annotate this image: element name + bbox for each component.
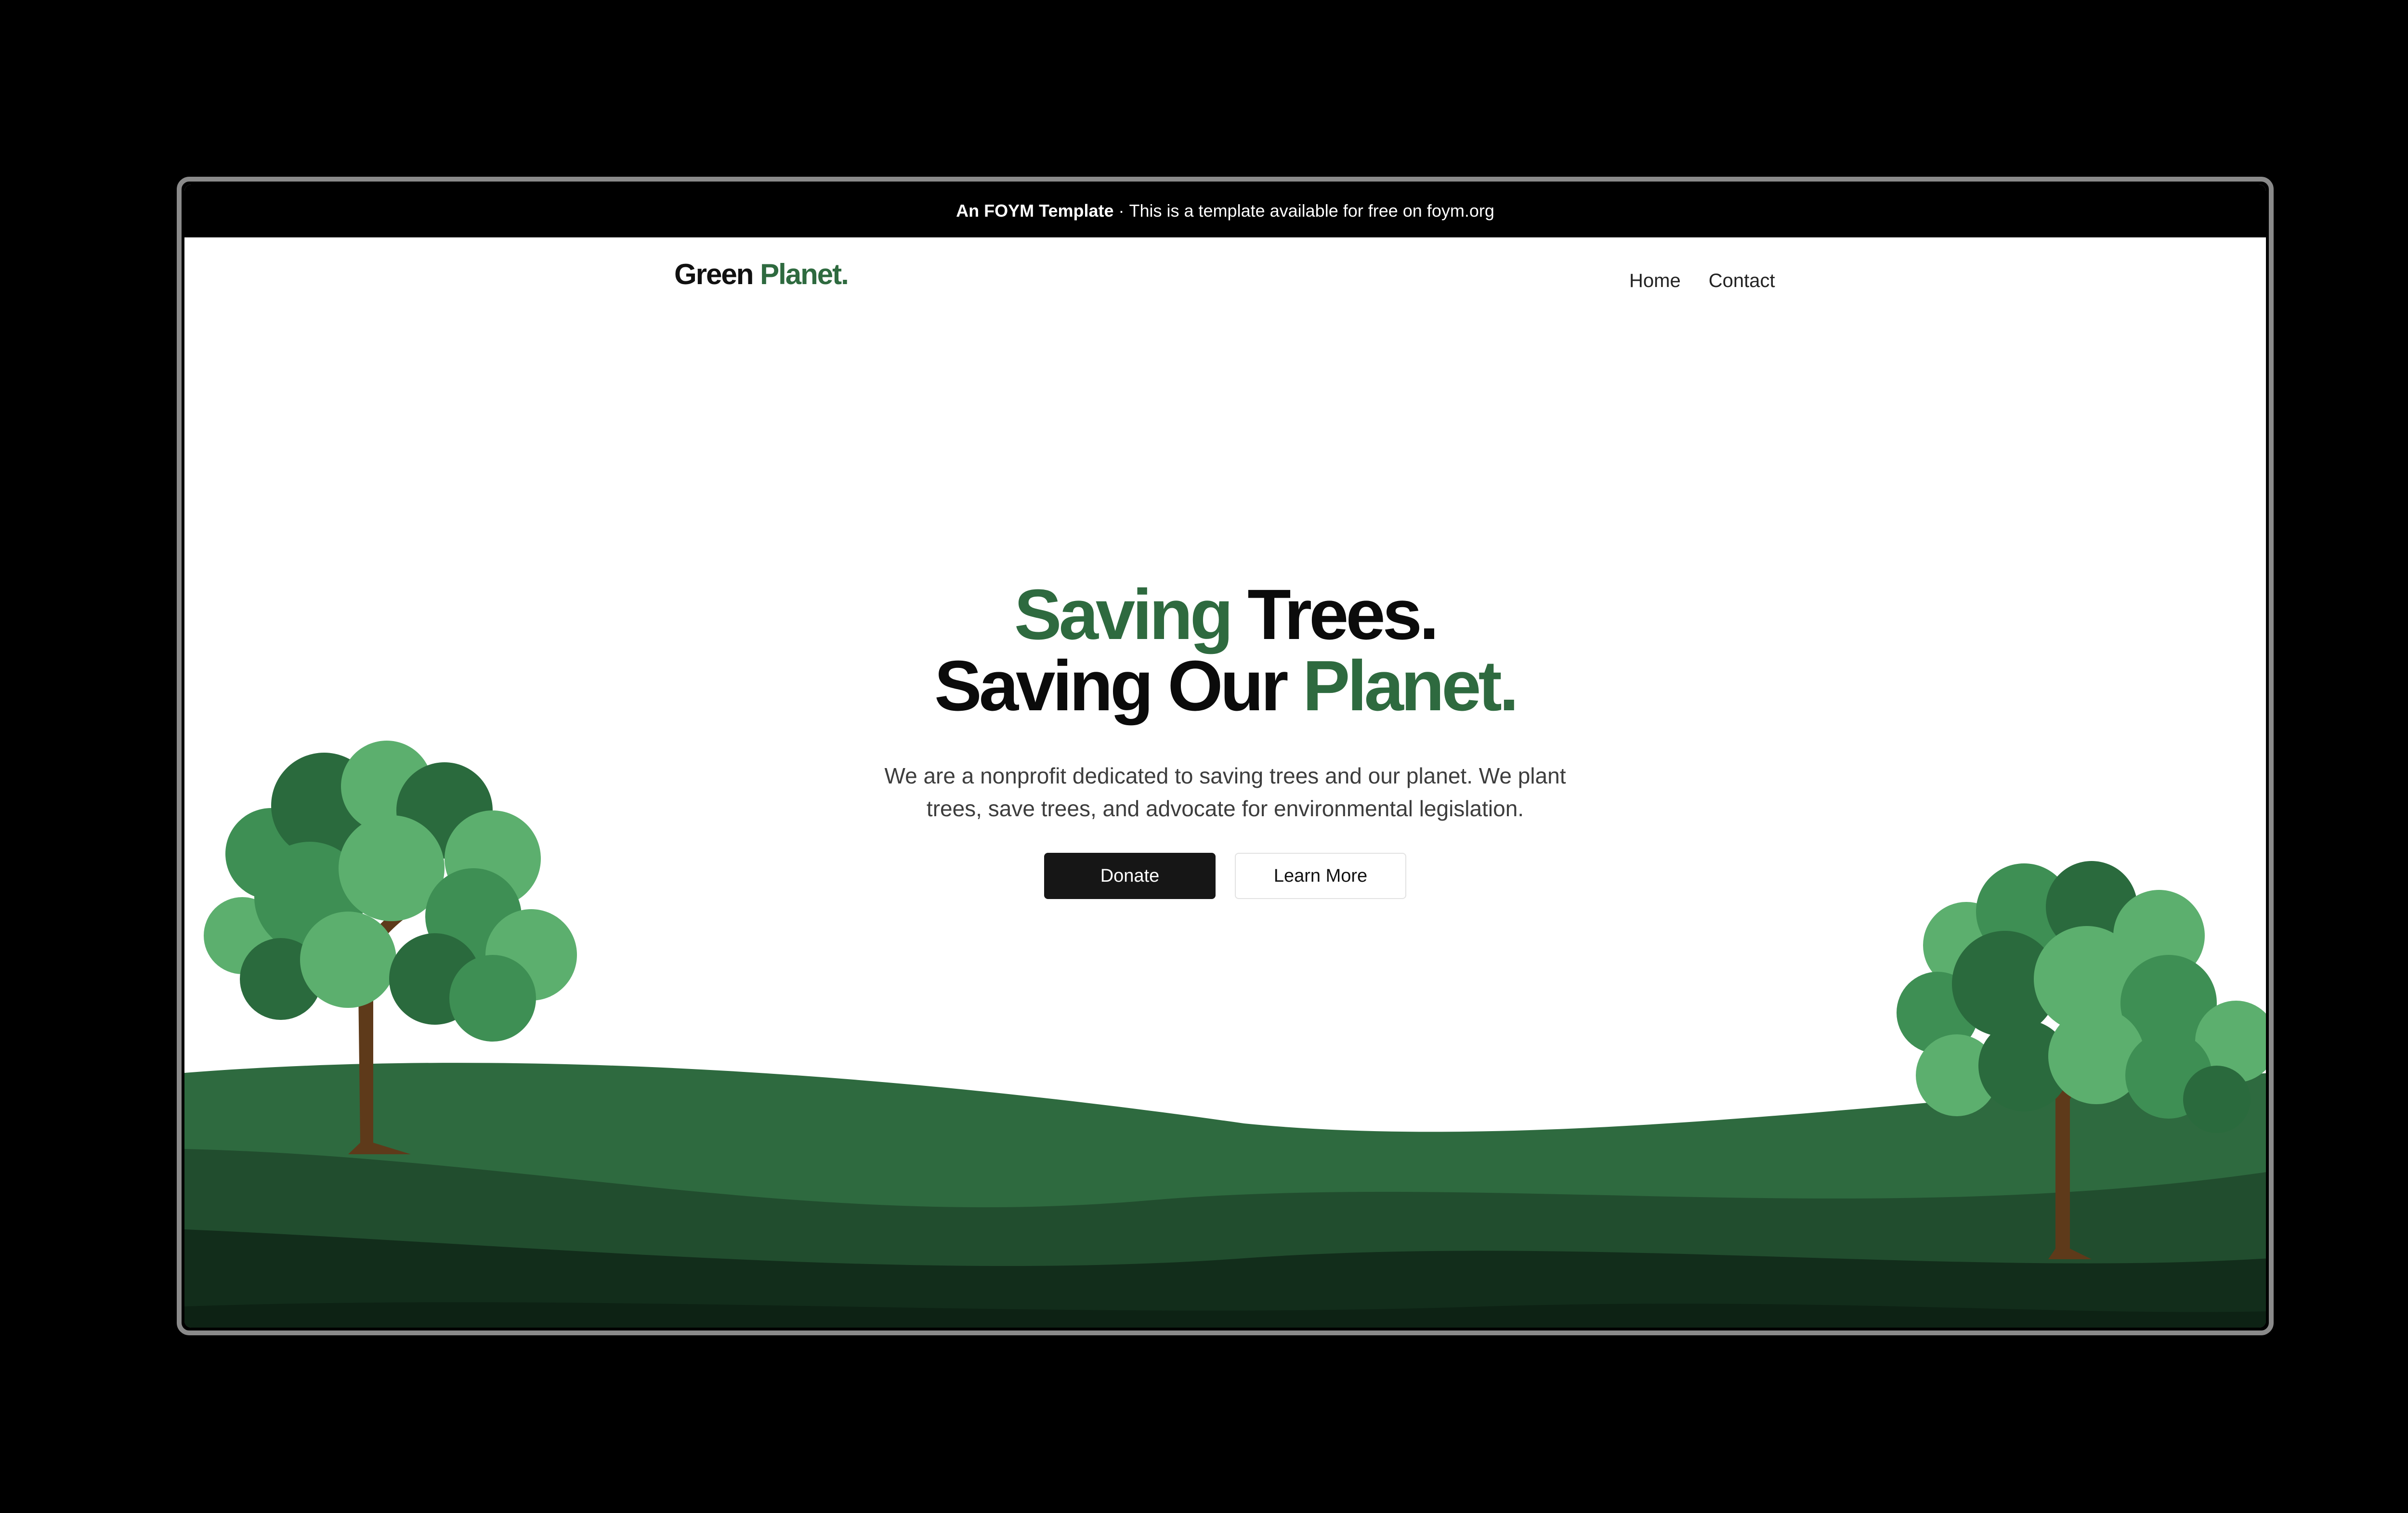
browser-frame: An FOYM Template · This is a template av… [177,177,2274,1335]
headline-planet: Planet. [1302,646,1519,726]
page-viewport: An FOYM Template · This is a template av… [184,184,2266,1328]
hero-headline: Saving Trees. Saving Our Planet. [184,579,2266,722]
headline-saving-1: Saving [1014,575,1233,654]
right-tree-canopy [1897,861,2266,1133]
donate-button[interactable]: Donate [1044,853,1216,899]
headline-saving-our: Saving Our [934,646,1289,726]
hero-buttons: Donate Learn More [184,853,2266,899]
hero-description: We are a nonprofit dedicated to saving t… [884,763,1566,821]
hero-section: Saving Trees. Saving Our Planet. We are … [184,579,2266,899]
learn-more-button[interactable]: Learn More [1235,853,1406,899]
headline-trees: Trees. [1247,575,1439,654]
